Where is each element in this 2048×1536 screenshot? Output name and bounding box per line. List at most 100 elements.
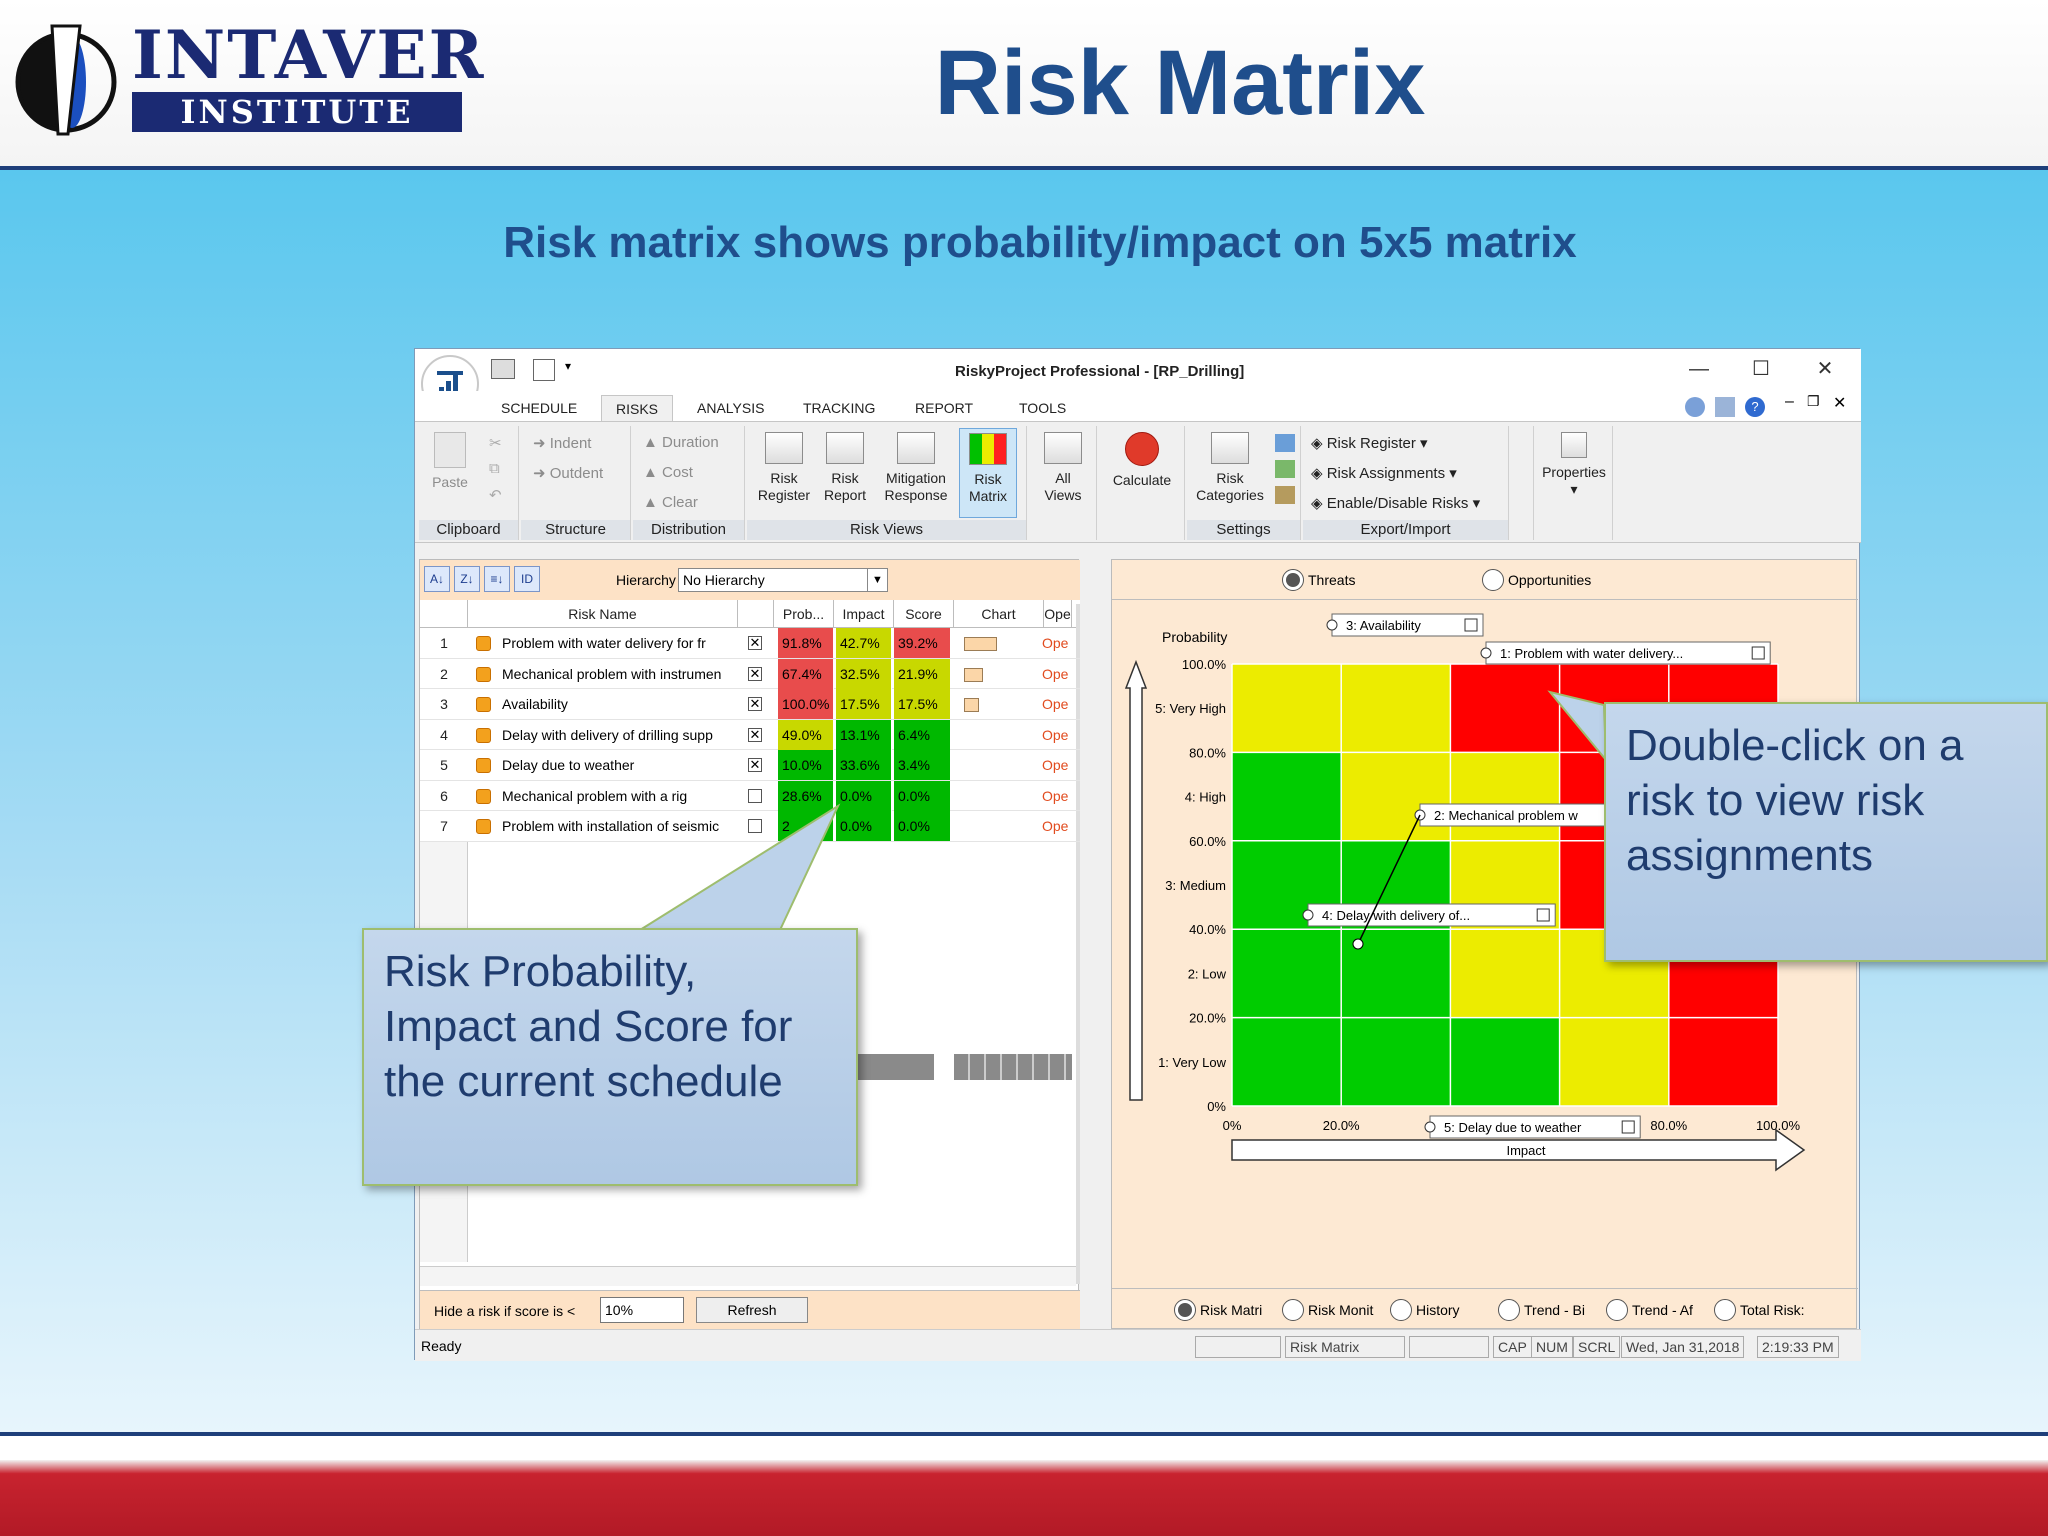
view-trend-before-radio[interactable]: Trend - Bi bbox=[1498, 1299, 1585, 1321]
threats-radio[interactable]: Threats bbox=[1282, 569, 1355, 591]
open-link[interactable]: Ope bbox=[1042, 720, 1072, 750]
risk-name[interactable]: Availability bbox=[502, 689, 738, 719]
preview-icon[interactable] bbox=[533, 359, 555, 381]
print-icon[interactable] bbox=[491, 359, 515, 379]
cut-icon[interactable]: ✂ bbox=[489, 434, 502, 452]
view-risk-monitor-radio[interactable]: Risk Monit bbox=[1282, 1299, 1373, 1321]
paste-button[interactable]: Paste bbox=[423, 432, 477, 491]
maximize-icon[interactable]: ☐ bbox=[1741, 357, 1781, 383]
enabled-checkbox[interactable] bbox=[748, 819, 762, 833]
duration-button[interactable]: ▲ Duration bbox=[643, 434, 719, 451]
calculate-button[interactable]: Calculate bbox=[1103, 432, 1181, 489]
col-risk-name[interactable]: Risk Name bbox=[468, 600, 738, 628]
enabled-checkbox[interactable]: ✕ bbox=[748, 636, 762, 650]
table-row[interactable]: 3 Availability ✕ 100.0% 17.5% 17.5% Ope bbox=[420, 689, 1080, 720]
open-link[interactable]: Ope bbox=[1042, 659, 1072, 689]
risk-name[interactable]: Delay due to weather bbox=[502, 750, 738, 780]
open-link[interactable]: Ope bbox=[1042, 750, 1072, 780]
sort-ascending-icon[interactable]: A↓ bbox=[424, 566, 450, 592]
mdi-minimize-icon[interactable]: – bbox=[1785, 393, 1794, 411]
risk-name[interactable]: Delay with delivery of drilling supp bbox=[502, 720, 738, 750]
refresh-button[interactable]: Refresh bbox=[696, 1297, 808, 1323]
col-chart[interactable]: Chart bbox=[954, 600, 1044, 628]
risk-marker[interactable]: 3: Availability bbox=[1326, 613, 1484, 637]
copy-icon[interactable]: ⧉ bbox=[489, 460, 500, 477]
col-open[interactable]: Ope bbox=[1044, 600, 1072, 628]
mdi-close-icon[interactable]: ✕ bbox=[1833, 393, 1846, 413]
enabled-checkbox[interactable]: ✕ bbox=[748, 697, 762, 711]
sort-by-id-icon[interactable]: ID bbox=[514, 566, 540, 592]
hierarchy-select[interactable]: No Hierarchy ▼ bbox=[678, 568, 888, 592]
enabled-checkbox[interactable]: ✕ bbox=[748, 666, 762, 681]
hide-score-input[interactable]: 10% bbox=[600, 1297, 684, 1323]
risk-marker-close-icon[interactable] bbox=[1536, 908, 1550, 922]
open-link[interactable]: Ope bbox=[1042, 781, 1072, 811]
horizontal-scrollbar[interactable] bbox=[420, 1266, 1076, 1286]
view-total-risk-radio[interactable]: Total Risk: bbox=[1714, 1299, 1805, 1321]
table-row[interactable]: 6 Mechanical problem with a rig 28.6% 0.0% 0… bbox=[420, 780, 1080, 811]
indent-button[interactable]: ➜ Indent bbox=[533, 434, 591, 452]
risk-marker[interactable]: 4: Delay with delivery of... bbox=[1302, 903, 1556, 927]
help-icon[interactable]: ? bbox=[1745, 397, 1765, 417]
table-row[interactable]: 7 Problem with installation of seismic 2 0.… bbox=[420, 811, 1080, 842]
filter-sort-icon[interactable]: ≡↓ bbox=[484, 566, 510, 592]
view-history-radio[interactable]: History bbox=[1390, 1299, 1460, 1321]
table-row[interactable]: 5 Delay due to weather ✕ 10.0% 33.6% 3.4% Ope bbox=[420, 750, 1080, 781]
mdi-restore-icon[interactable]: ❐ bbox=[1807, 393, 1820, 410]
enable-disable-risks-button[interactable]: ◈ Enable/Disable Risks ▾ bbox=[1311, 494, 1480, 512]
cost-button[interactable]: ▲ Cost bbox=[643, 464, 693, 481]
tab-schedule[interactable]: SCHEDULE bbox=[501, 395, 577, 421]
tab-tracking[interactable]: TRACKING bbox=[803, 395, 875, 421]
enabled-checkbox[interactable] bbox=[748, 788, 762, 803]
open-link[interactable]: Ope bbox=[1042, 689, 1072, 719]
view-risk-matrix-radio[interactable]: Risk Matri bbox=[1174, 1299, 1262, 1321]
risk-name[interactable]: Mechanical problem with a rig bbox=[502, 781, 738, 811]
enabled-checkbox[interactable]: ✕ bbox=[748, 758, 762, 772]
risk-marker[interactable]: 1: Problem with water delivery... bbox=[1480, 641, 1771, 665]
mitigation-response-button[interactable]: Mitigation Response bbox=[875, 432, 957, 504]
risk-matrix-button[interactable]: Risk Matrix bbox=[959, 428, 1017, 518]
col-enabled[interactable] bbox=[738, 600, 774, 628]
risk-marker-close-icon[interactable] bbox=[1751, 646, 1765, 660]
tab-analysis[interactable]: ANALYSIS bbox=[697, 395, 764, 421]
open-link[interactable]: Ope bbox=[1042, 811, 1072, 841]
export-risk-assignments-button[interactable]: ◈ Risk Assignments ▾ bbox=[1311, 464, 1457, 482]
risk-marker[interactable]: 2: Mechanical problem w bbox=[1414, 803, 1631, 827]
view-trend-after-radio[interactable]: Trend - Af bbox=[1606, 1299, 1693, 1321]
settings-icon-1[interactable] bbox=[1275, 434, 1295, 452]
quick-access-dropdown-icon[interactable]: ▾ bbox=[565, 359, 571, 373]
feedback-icon[interactable] bbox=[1715, 397, 1735, 417]
properties-button[interactable]: Properties ▾ bbox=[1538, 432, 1610, 498]
settings-icon-3[interactable] bbox=[1275, 486, 1295, 504]
table-row[interactable]: 4 Delay with delivery of drilling supp ✕ 49… bbox=[420, 719, 1080, 750]
tab-risks[interactable]: RISKS bbox=[601, 395, 674, 421]
risk-name[interactable]: Problem with installation of seismic bbox=[502, 811, 738, 841]
open-link[interactable]: Ope bbox=[1042, 628, 1072, 658]
risk-marker-close-icon[interactable] bbox=[1464, 618, 1478, 632]
col-impact[interactable]: Impact bbox=[834, 600, 894, 628]
risk-name[interactable]: Mechanical problem with instrumen bbox=[502, 659, 738, 689]
outdent-button[interactable]: ➜ Outdent bbox=[533, 464, 603, 482]
risk-marker-close-icon[interactable] bbox=[1621, 1120, 1635, 1134]
col-score[interactable]: Score bbox=[894, 600, 954, 628]
col-probability[interactable]: Prob... bbox=[774, 600, 834, 628]
table-row[interactable]: 2 Mechanical problem with instrumen ✕ 67.4%… bbox=[420, 658, 1080, 689]
clear-button[interactable]: ▲ Clear bbox=[643, 494, 698, 511]
risk-report-button[interactable]: Risk Report bbox=[817, 432, 873, 504]
close-icon[interactable]: ✕ bbox=[1805, 357, 1845, 383]
tab-tools[interactable]: TOOLS bbox=[1019, 395, 1066, 421]
undo-icon[interactable]: ↶ bbox=[489, 486, 502, 504]
opportunities-radio[interactable]: Opportunities bbox=[1482, 569, 1591, 591]
table-row[interactable]: 1 Problem with water delivery for fr ✕ 91.8… bbox=[420, 628, 1080, 659]
sort-descending-icon[interactable]: Z↓ bbox=[454, 566, 480, 592]
settings-icon-2[interactable] bbox=[1275, 460, 1295, 478]
risk-register-button[interactable]: Risk Register bbox=[751, 432, 817, 504]
enabled-checkbox[interactable]: ✕ bbox=[748, 727, 762, 742]
help-community-icon[interactable] bbox=[1685, 397, 1705, 417]
minimize-icon[interactable]: — bbox=[1679, 357, 1719, 383]
tab-report[interactable]: REPORT bbox=[915, 395, 973, 421]
risk-marker[interactable]: 5: Delay due to weather bbox=[1424, 1115, 1641, 1139]
risk-categories-button[interactable]: Risk Categories bbox=[1191, 432, 1269, 504]
export-risk-register-button[interactable]: ◈ Risk Register ▾ bbox=[1311, 434, 1428, 452]
risk-name[interactable]: Problem with water delivery for fr bbox=[502, 628, 738, 658]
